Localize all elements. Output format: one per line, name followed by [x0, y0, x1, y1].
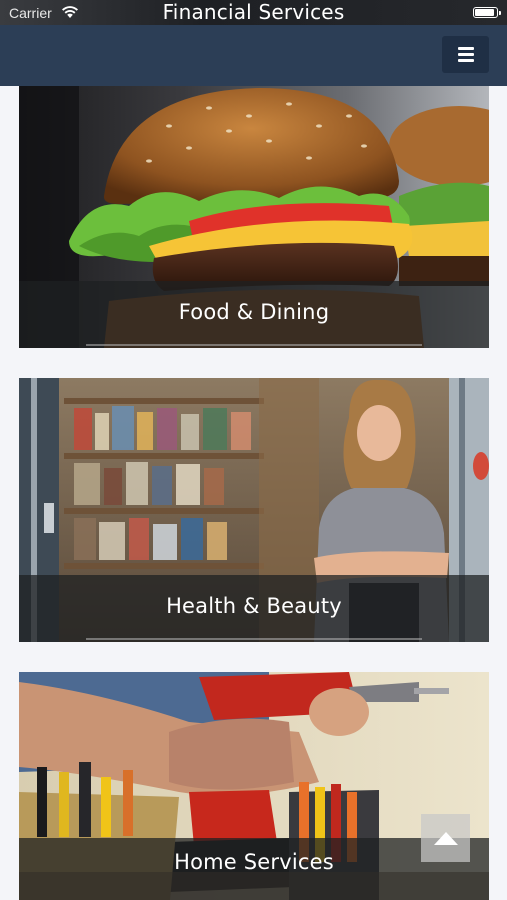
battery-icon — [473, 7, 501, 18]
category-card-health-beauty[interactable]: Health & Beauty — [19, 378, 489, 642]
label-underline — [86, 638, 422, 640]
scroll-to-top-button[interactable] — [421, 814, 470, 862]
category-label-bar: Food & Dining — [19, 281, 489, 348]
arrow-up-icon — [433, 831, 458, 845]
category-card-home-services[interactable]: Home Services — [19, 672, 489, 900]
category-label: Health & Beauty — [166, 593, 342, 618]
status-bar: Carrier Financial Services — [0, 0, 507, 25]
app-header — [0, 25, 507, 86]
category-label: Home Services — [174, 850, 334, 874]
category-label-bar: Home Services — [19, 838, 489, 900]
category-label-bar: Health & Beauty — [19, 575, 489, 642]
category-card-food-dining[interactable]: Food & Dining — [19, 86, 489, 348]
hamburger-menu-icon — [457, 47, 474, 50]
menu-button[interactable] — [442, 36, 489, 73]
label-underline — [86, 344, 422, 346]
status-title: Financial Services — [162, 0, 345, 24]
category-label: Food & Dining — [178, 299, 330, 324]
